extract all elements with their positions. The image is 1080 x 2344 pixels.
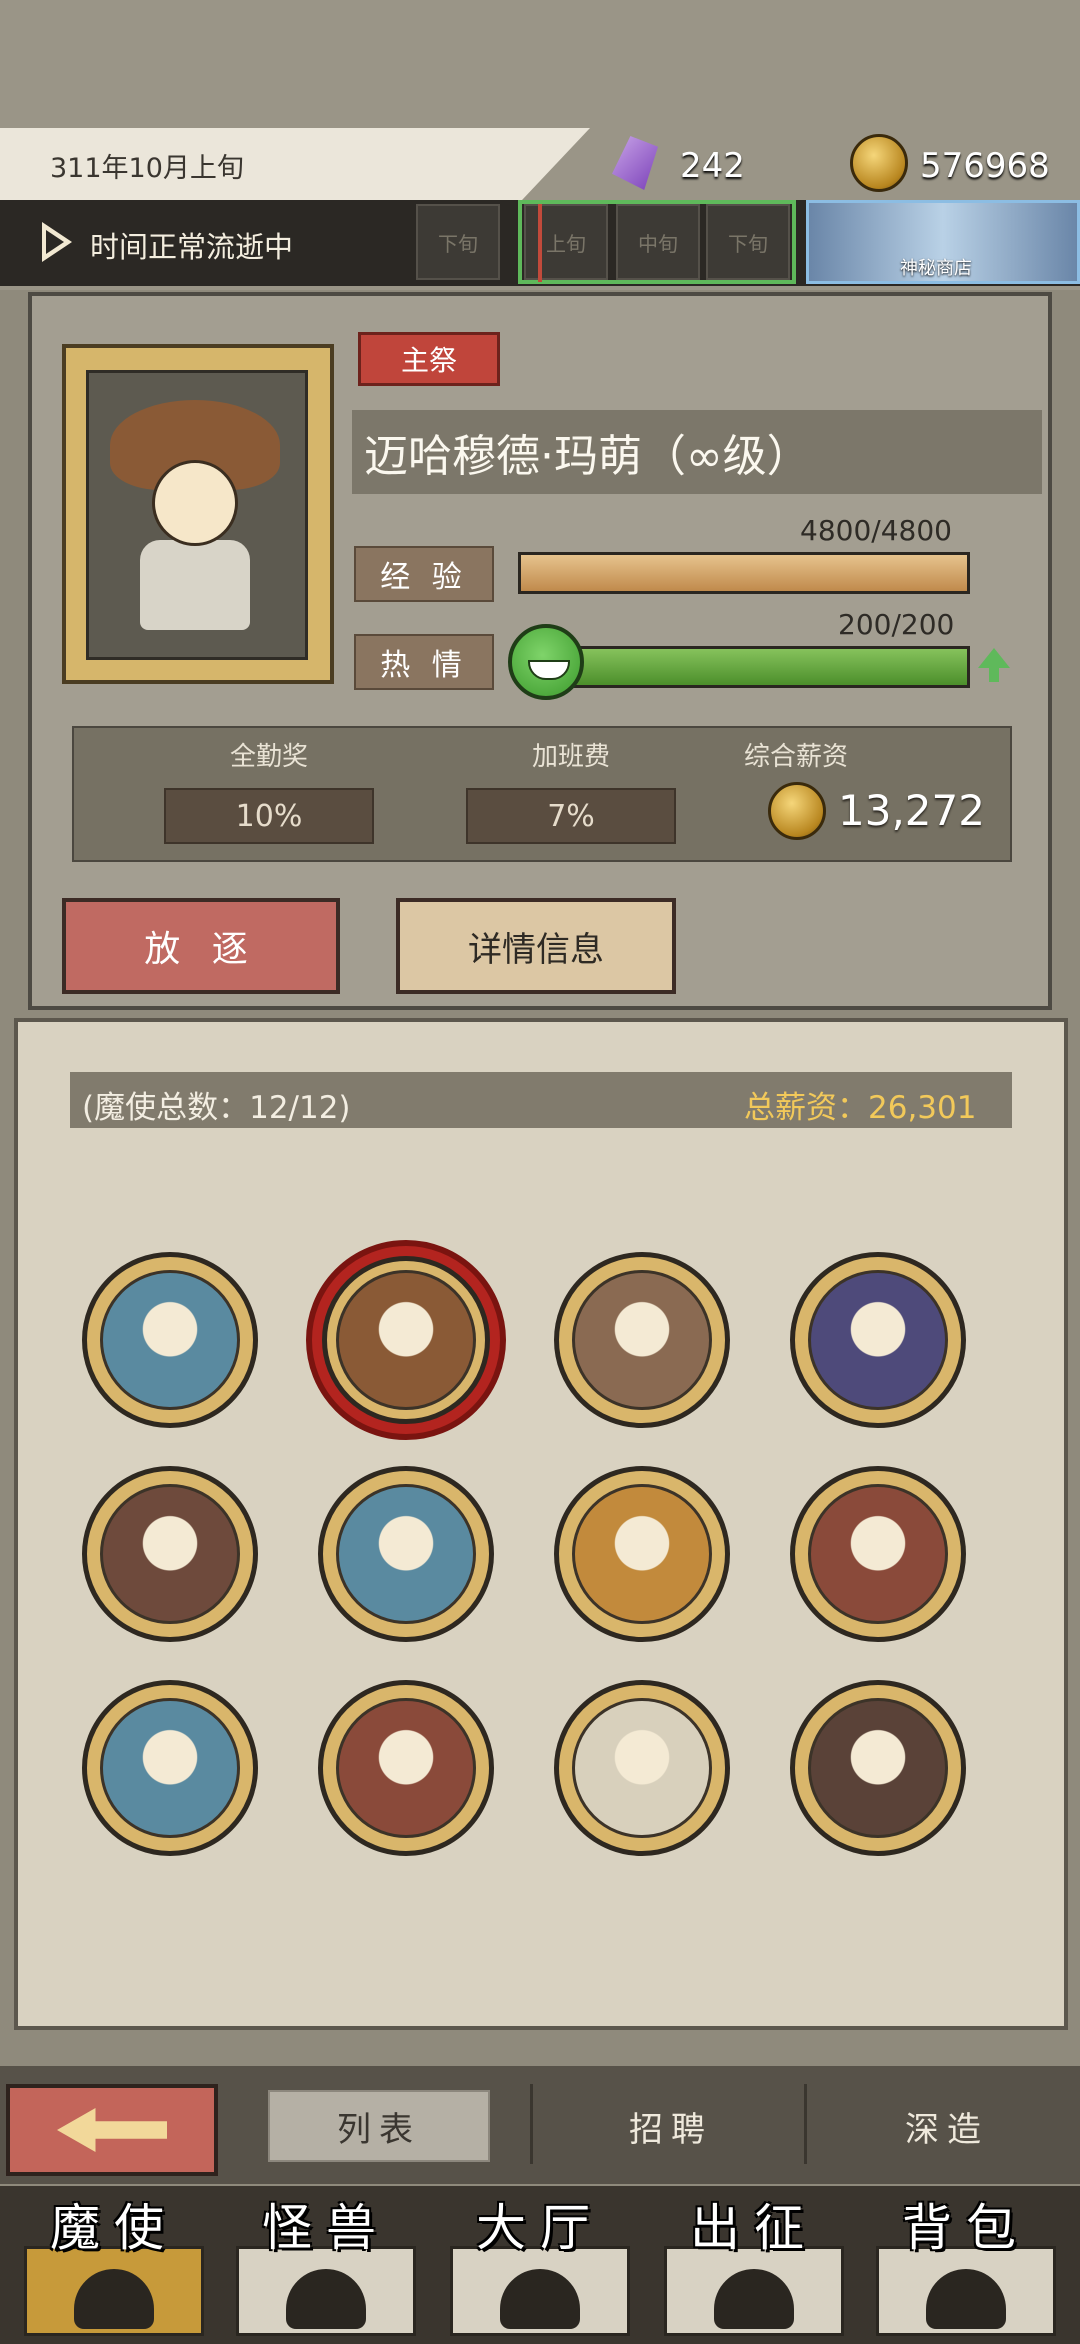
nav-backpack-label: 背包 [902, 2199, 1030, 2257]
avatar-portrait [100, 1698, 240, 1838]
overtime-value: 7% [466, 788, 676, 844]
avatar-portrait [336, 1270, 476, 1410]
nav-monsters-label: 怪兽 [262, 2199, 390, 2257]
up-arrow-stem [989, 666, 999, 682]
avatar-portrait [336, 1484, 476, 1624]
gold-coin-icon [850, 134, 908, 192]
avatar-masked-barbarian-2[interactable] [318, 1680, 494, 1856]
avatar-masked-barbarian[interactable] [790, 1466, 966, 1642]
subtab-divider [804, 2084, 807, 2164]
gem-count: 242 [680, 146, 745, 186]
avatar-portrait [808, 1270, 948, 1410]
avatar-portrait [572, 1484, 712, 1624]
avatar-brown-hair-dark[interactable] [82, 1466, 258, 1642]
nav-hall-label: 大厅 [476, 2199, 604, 2257]
tab-recruit[interactable]: 招聘 [560, 2090, 782, 2162]
mystery-shop-label: 神秘商店 [900, 258, 972, 279]
detail-info-button[interactable]: 详情信息 [396, 898, 676, 994]
nav-backpack[interactable]: 背包 [866, 2196, 1066, 2344]
tab-advance[interactable]: 深造 [836, 2090, 1058, 2162]
passion-label: 热 情 [354, 634, 494, 690]
exile-button[interactable]: 放 逐 [62, 898, 340, 994]
roster-count: (魔使总数：12/12) [82, 1090, 351, 1126]
avatar-portrait [572, 1270, 712, 1410]
total-salary-value: 13,272 [838, 786, 985, 835]
period-late[interactable]: 下旬 [706, 204, 790, 280]
roster-total-salary: 总薪资：26,301 [744, 1090, 977, 1126]
avatar-portrait [572, 1698, 712, 1838]
role-badge: 主祭 [358, 332, 500, 386]
character-name: 迈哈穆德·玛萌（∞级） [364, 431, 811, 482]
passion-bar-fill [563, 649, 967, 685]
character-face [152, 460, 238, 546]
avatar-portrait [100, 1270, 240, 1410]
avatar-ring [322, 1256, 490, 1424]
avatar-hooded-blue-cat-2[interactable] [318, 1466, 494, 1642]
passion-value: 200/200 [838, 608, 955, 641]
nav-hall[interactable]: 大厅 [440, 2196, 640, 2344]
period-mid[interactable]: 中旬 [616, 204, 700, 280]
nav-demons-label: 魔使 [50, 2199, 178, 2257]
current-date: 311年10月上旬 [50, 153, 244, 184]
gold-count: 576968 [920, 146, 1050, 186]
avatar-pumpkin-hat-lilac[interactable] [554, 1466, 730, 1642]
back-button[interactable] [6, 2084, 218, 2176]
exp-bar [518, 552, 970, 594]
total-salary-title: 综合薪资 [744, 742, 849, 772]
nav-expedition-label: 出征 [690, 2199, 818, 2257]
nav-monsters[interactable]: 怪兽 [226, 2196, 426, 2344]
period-late-prev[interactable]: 下旬 [416, 204, 500, 280]
avatar-hooded-blue-cat[interactable] [82, 1252, 258, 1428]
nav-demons[interactable]: 魔使 [14, 2196, 214, 2344]
avatar-portrait [336, 1698, 476, 1838]
character-body [140, 540, 250, 630]
exp-label: 经 验 [354, 546, 494, 602]
tab-list[interactable]: 列表 [268, 2090, 490, 2162]
avatar-witch-blonde[interactable] [306, 1240, 506, 1440]
subtab-divider [530, 2084, 533, 2164]
time-status: 时间正常流逝中 [90, 230, 294, 264]
up-arrow-icon [978, 648, 1010, 668]
avatar-white-lion[interactable] [554, 1680, 730, 1856]
play-icon-inner [46, 230, 64, 254]
avatar-portrait [808, 1484, 948, 1624]
time-marker [538, 204, 542, 282]
avatar-horned-warrior[interactable] [790, 1680, 966, 1856]
avatar-portrait [808, 1698, 948, 1838]
attendance-bonus-value: 10% [164, 788, 374, 844]
avatar-maned-red-eye[interactable] [554, 1252, 730, 1428]
overtime-title: 加班费 [531, 742, 610, 772]
avatar-purple-hat-lilac[interactable] [790, 1252, 966, 1428]
avatar-hooded-blue-cat-3[interactable] [82, 1680, 258, 1856]
back-arrow-icon [57, 2108, 167, 2152]
salary-coin-icon [768, 782, 826, 840]
exp-value: 4800/4800 [800, 514, 952, 547]
attendance-bonus-title: 全勤奖 [229, 742, 308, 772]
exp-bar-fill [521, 555, 967, 591]
passion-bar [560, 646, 970, 688]
nav-expedition[interactable]: 出征 [654, 2196, 854, 2344]
avatar-portrait [100, 1484, 240, 1624]
period-early[interactable]: 上旬 [524, 204, 608, 280]
